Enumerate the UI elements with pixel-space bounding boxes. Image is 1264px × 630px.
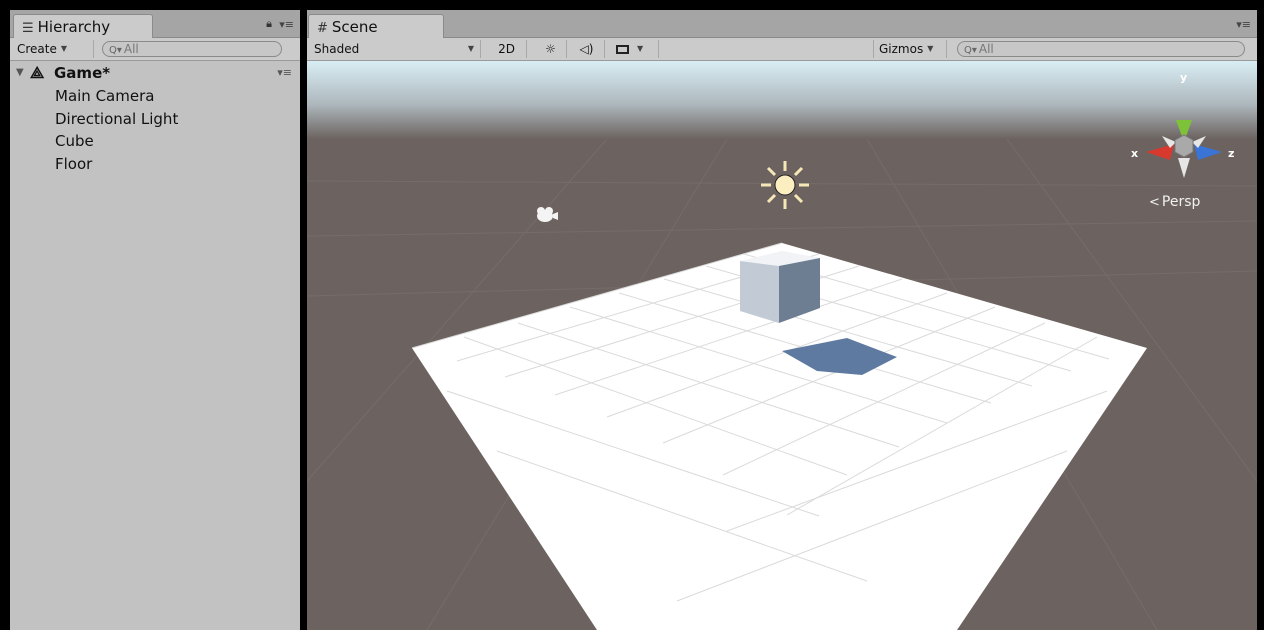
axis-x-label: x [1131,147,1139,160]
tab-hierarchy[interactable]: ☰ Hierarchy [13,14,153,38]
directional-light-gizmo[interactable] [761,161,809,209]
projection-label: Persp [1161,194,1201,210]
2d-label: 2D [498,42,515,56]
scene-tab-label: Scene [331,18,378,36]
chevron-down-icon: ▼ [637,44,644,53]
scene-root-row[interactable]: ▼ ⟁ Game* ▾≡ [10,62,300,84]
shading-mode-label: Shaded [314,42,360,56]
2d-toggle-button[interactable]: 2D [487,40,527,58]
hierarchy-item-floor[interactable]: Floor [55,153,92,175]
search-icon: Q▾ [964,45,977,56]
sky [307,61,1257,139]
hierarchy-tabbar: ☰ Hierarchy 🔒︎ ▾≡ [10,10,300,38]
hierarchy-panel: ☰ Hierarchy 🔒︎ ▾≡ Create ▼ Q▾ All ▼ ⟁ Game*… [10,10,300,630]
lock-icon[interactable]: 🔒︎ [266,17,272,31]
unity-editor: ☰ Hierarchy 🔒︎ ▾≡ Create ▼ Q▾ All ▼ ⟁ Game*… [0,0,1264,630]
chevron-down-icon: ▼ [467,44,474,53]
scene-viewport[interactable]: y x z < Persp [307,61,1257,630]
scene-toolbar: Shaded ▼ 2D ☼ ◁) ▼ Gizmos ▼ Q▾ All [307,38,1257,61]
scene-tabbar: # Scene ▾≡ [307,10,1257,38]
hierarchy-tab-label: Hierarchy [37,18,111,36]
hierarchy-item-directional-light[interactable]: Directional Light [55,108,178,130]
axis-z-label: z [1228,147,1235,160]
hierarchy-item-main-camera[interactable]: Main Camera [55,85,154,107]
unity-logo-icon: ⟁ [30,63,45,82]
chevron-down-icon: ▼ [927,44,934,53]
perspective-icon: < [1149,195,1160,210]
hierarchy-menu-icon[interactable]: ▾≡ [279,18,294,31]
hierarchy-search-placeholder: All [123,42,139,56]
audio-toggle-button[interactable]: ◁) [569,40,605,58]
speaker-icon: ◁) [579,42,594,56]
axis-y-label: y [1180,71,1188,84]
scene-options-icon[interactable]: ▾≡ [277,62,292,84]
scene-panel: # Scene ▾≡ Shaded ▼ 2D ☼ ◁) ▼ Gizmos ▼ Q… [307,10,1257,630]
lighting-toggle-button[interactable]: ☼ [535,40,567,58]
scene-menu-icon[interactable]: ▾≡ [1236,18,1251,31]
hierarchy-search-input[interactable]: Q▾ All [102,41,282,57]
projection-toggle[interactable]: < Persp [1149,194,1200,210]
gizmos-dropdown[interactable]: Gizmos ▼ [873,40,947,58]
effects-dropdown[interactable]: ▼ [611,40,659,58]
shading-mode-dropdown[interactable]: Shaded ▼ [309,40,481,58]
scene-search-placeholder: All [978,42,994,56]
sun-icon: ☼ [545,42,556,56]
create-label: Create [17,42,57,56]
hierarchy-item-cube[interactable]: Cube [55,130,94,152]
expand-triangle-icon[interactable]: ▼ [16,62,24,84]
create-dropdown[interactable]: Create ▼ [12,40,94,58]
scene-3d-view[interactable] [307,61,1257,630]
gizmos-label: Gizmos [879,42,924,56]
hierarchy-tree: ▼ ⟁ Game* ▾≡ Main Camera Directional Lig… [10,62,300,630]
hierarchy-toolbar: Create ▼ Q▾ All [10,38,300,61]
search-icon: Q▾ [109,45,122,56]
tab-scene[interactable]: # Scene [308,14,444,38]
chevron-down-icon: ▼ [60,44,68,53]
scene-search-input[interactable]: Q▾ All [957,41,1245,57]
image-icon [616,45,629,54]
scene-root-name: Game* [54,64,111,82]
